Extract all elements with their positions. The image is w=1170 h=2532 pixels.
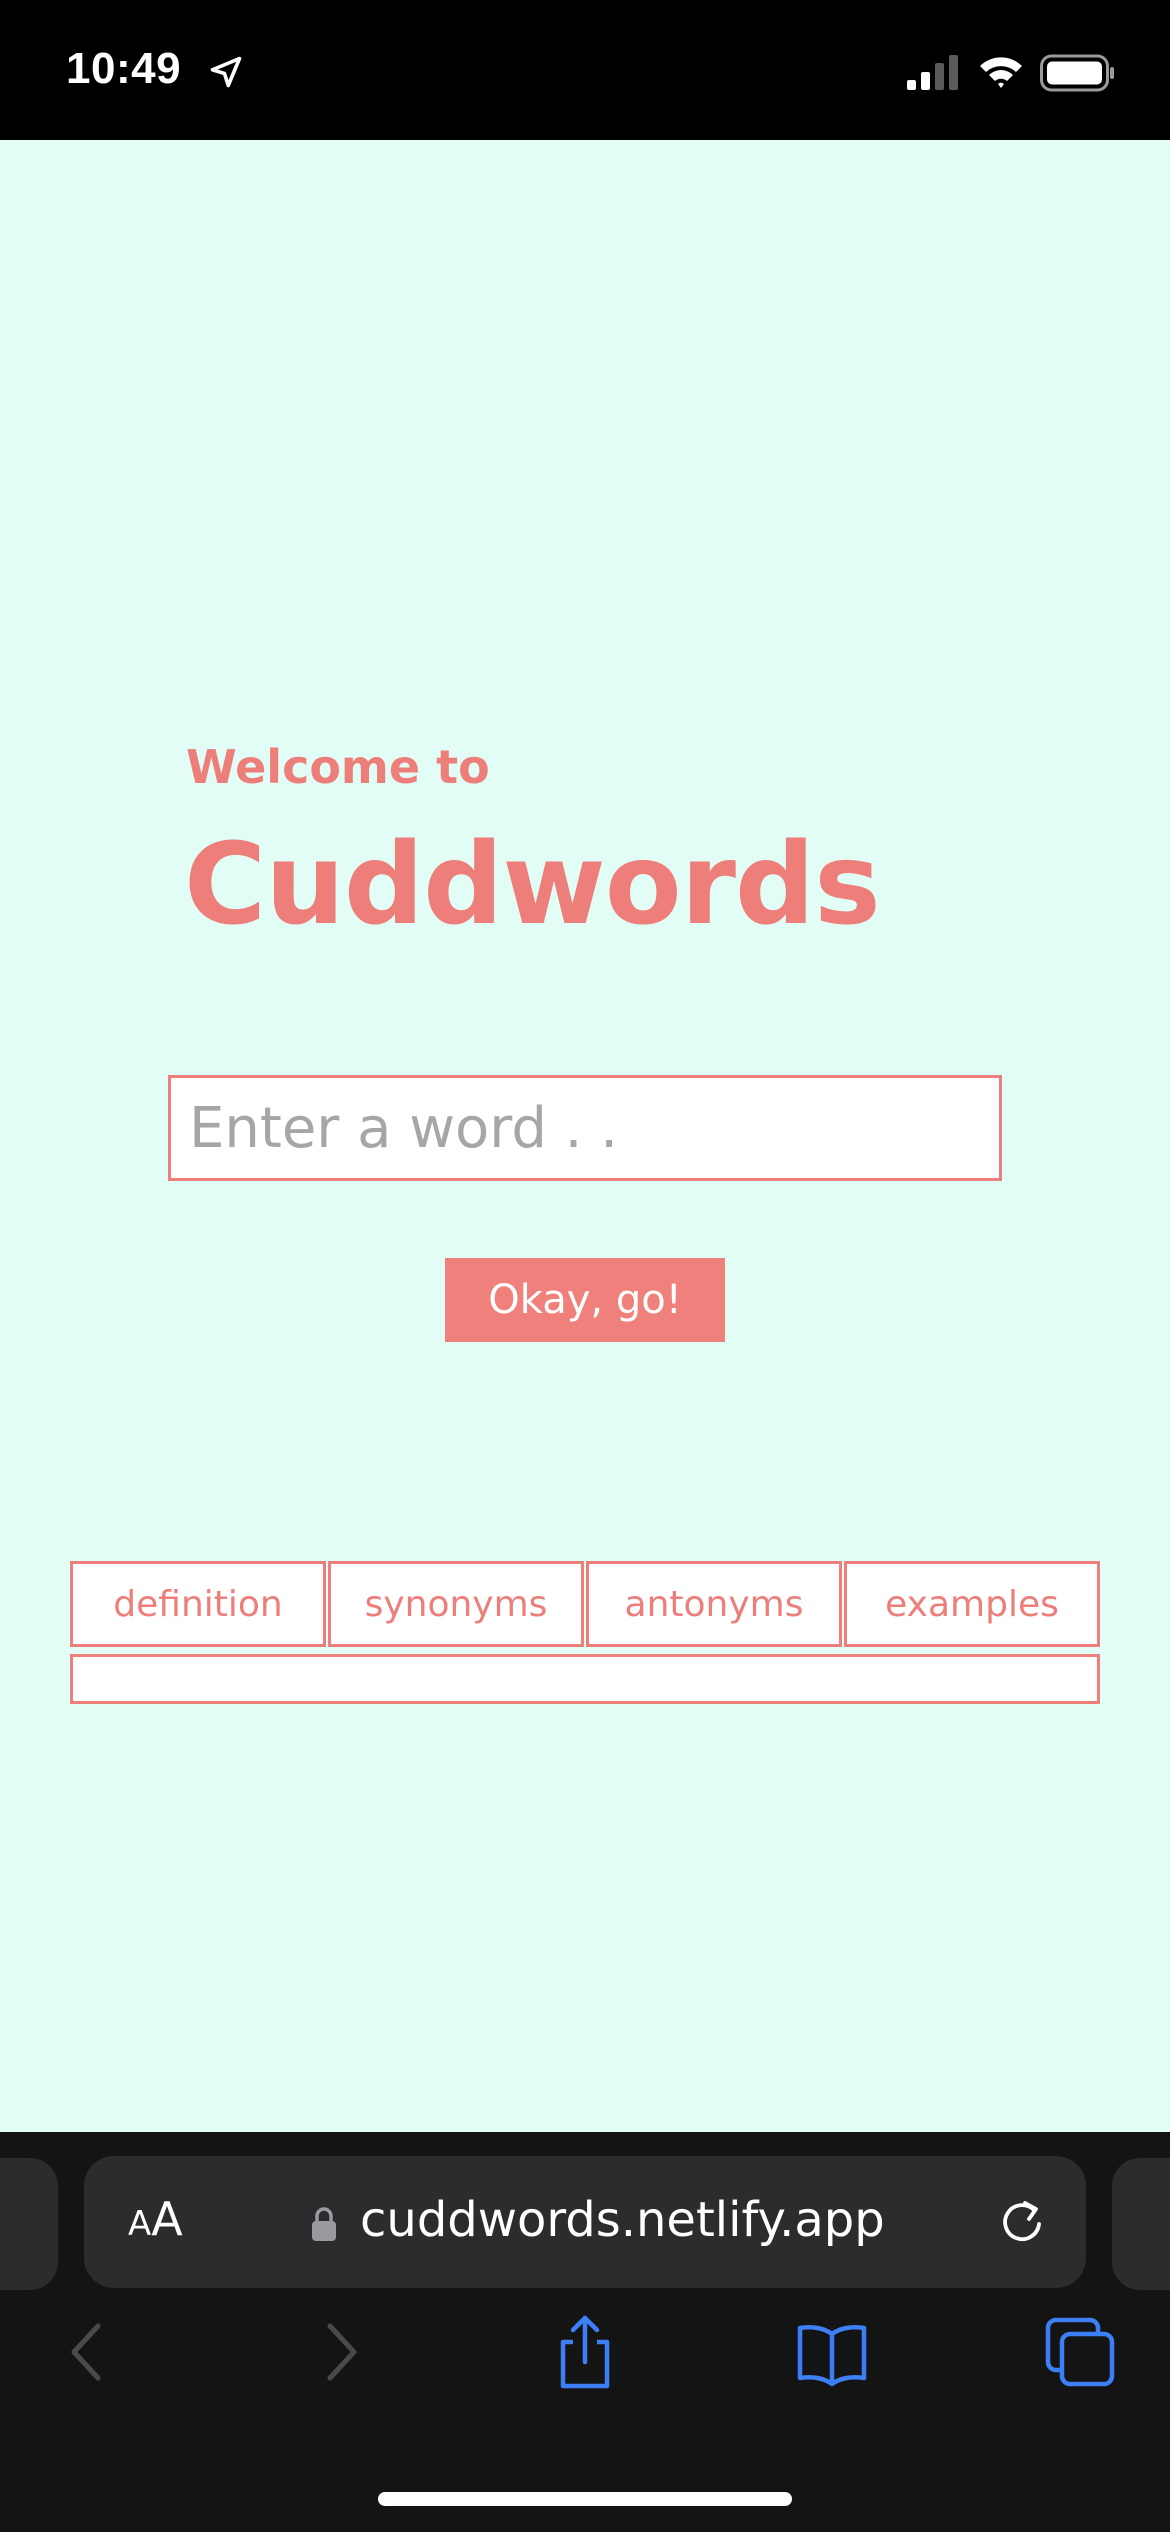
word-input[interactable] <box>168 1075 1002 1181</box>
address-bar[interactable]: AA cuddwords.netlify.app <box>84 2156 1086 2288</box>
text-size-big-label: A <box>151 2192 183 2246</box>
signal-icon <box>907 55 958 90</box>
tabs-icon[interactable] <box>1040 2312 1120 2392</box>
battery-icon <box>1040 54 1114 92</box>
url-text[interactable]: cuddwords.netlify.app <box>360 2192 885 2248</box>
text-size-small-label: A <box>128 2204 152 2244</box>
bookmarks-icon[interactable] <box>792 2312 872 2392</box>
wifi-icon <box>980 57 1022 88</box>
reload-icon[interactable] <box>994 2194 1050 2250</box>
next-tab-peek[interactable] <box>1112 2158 1170 2290</box>
status-bar: 10:49 <box>0 0 1170 140</box>
result-tabs: definition synonyms antonyms examples <box>70 1561 1100 1647</box>
home-indicator <box>378 2492 792 2506</box>
forward-icon[interactable] <box>300 2312 380 2392</box>
tab-antonyms[interactable]: antonyms <box>586 1561 842 1647</box>
previous-tab-peek[interactable] <box>0 2158 58 2290</box>
status-time: 10:49 <box>66 44 182 93</box>
tab-synonyms[interactable]: synonyms <box>328 1561 584 1647</box>
share-icon[interactable] <box>545 2312 625 2392</box>
location-arrow-icon <box>210 56 242 88</box>
tab-definition[interactable]: definition <box>70 1561 326 1647</box>
welcome-text: Welcome to <box>186 740 490 794</box>
result-panel <box>70 1654 1100 1704</box>
browser-toolbar: AA cuddwords.netlify.app <box>0 2132 1170 2532</box>
page-content: Welcome to Cuddwords Okay, go! definitio… <box>0 140 1170 2132</box>
app-title: Cuddwords <box>184 820 881 950</box>
lock-icon <box>312 2207 336 2241</box>
browser-nav-row <box>0 2312 1170 2422</box>
text-size-button[interactable]: AA <box>128 2192 183 2246</box>
tab-examples[interactable]: examples <box>844 1561 1100 1647</box>
go-button[interactable]: Okay, go! <box>445 1258 725 1342</box>
back-icon[interactable] <box>48 2312 128 2392</box>
